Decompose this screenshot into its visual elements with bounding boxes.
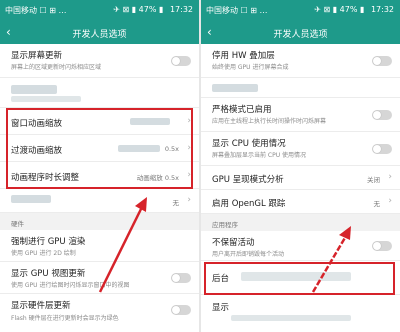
- right-screenshot: 中国移动 ☐ ⊞ … ✈ ⊠ ▮ 47% ▮ 17:32 ‹ 开发人员选项 停用…: [201, 0, 400, 332]
- red-arrow-icon: [311, 226, 351, 293]
- red-arrow-icon: [98, 197, 147, 293]
- left-screenshot: 中国移动 ☐ ⊞ … ✈ ⊠ ▮ 47% ▮ 17:32 ‹ 开发人员选项 显示…: [0, 0, 199, 332]
